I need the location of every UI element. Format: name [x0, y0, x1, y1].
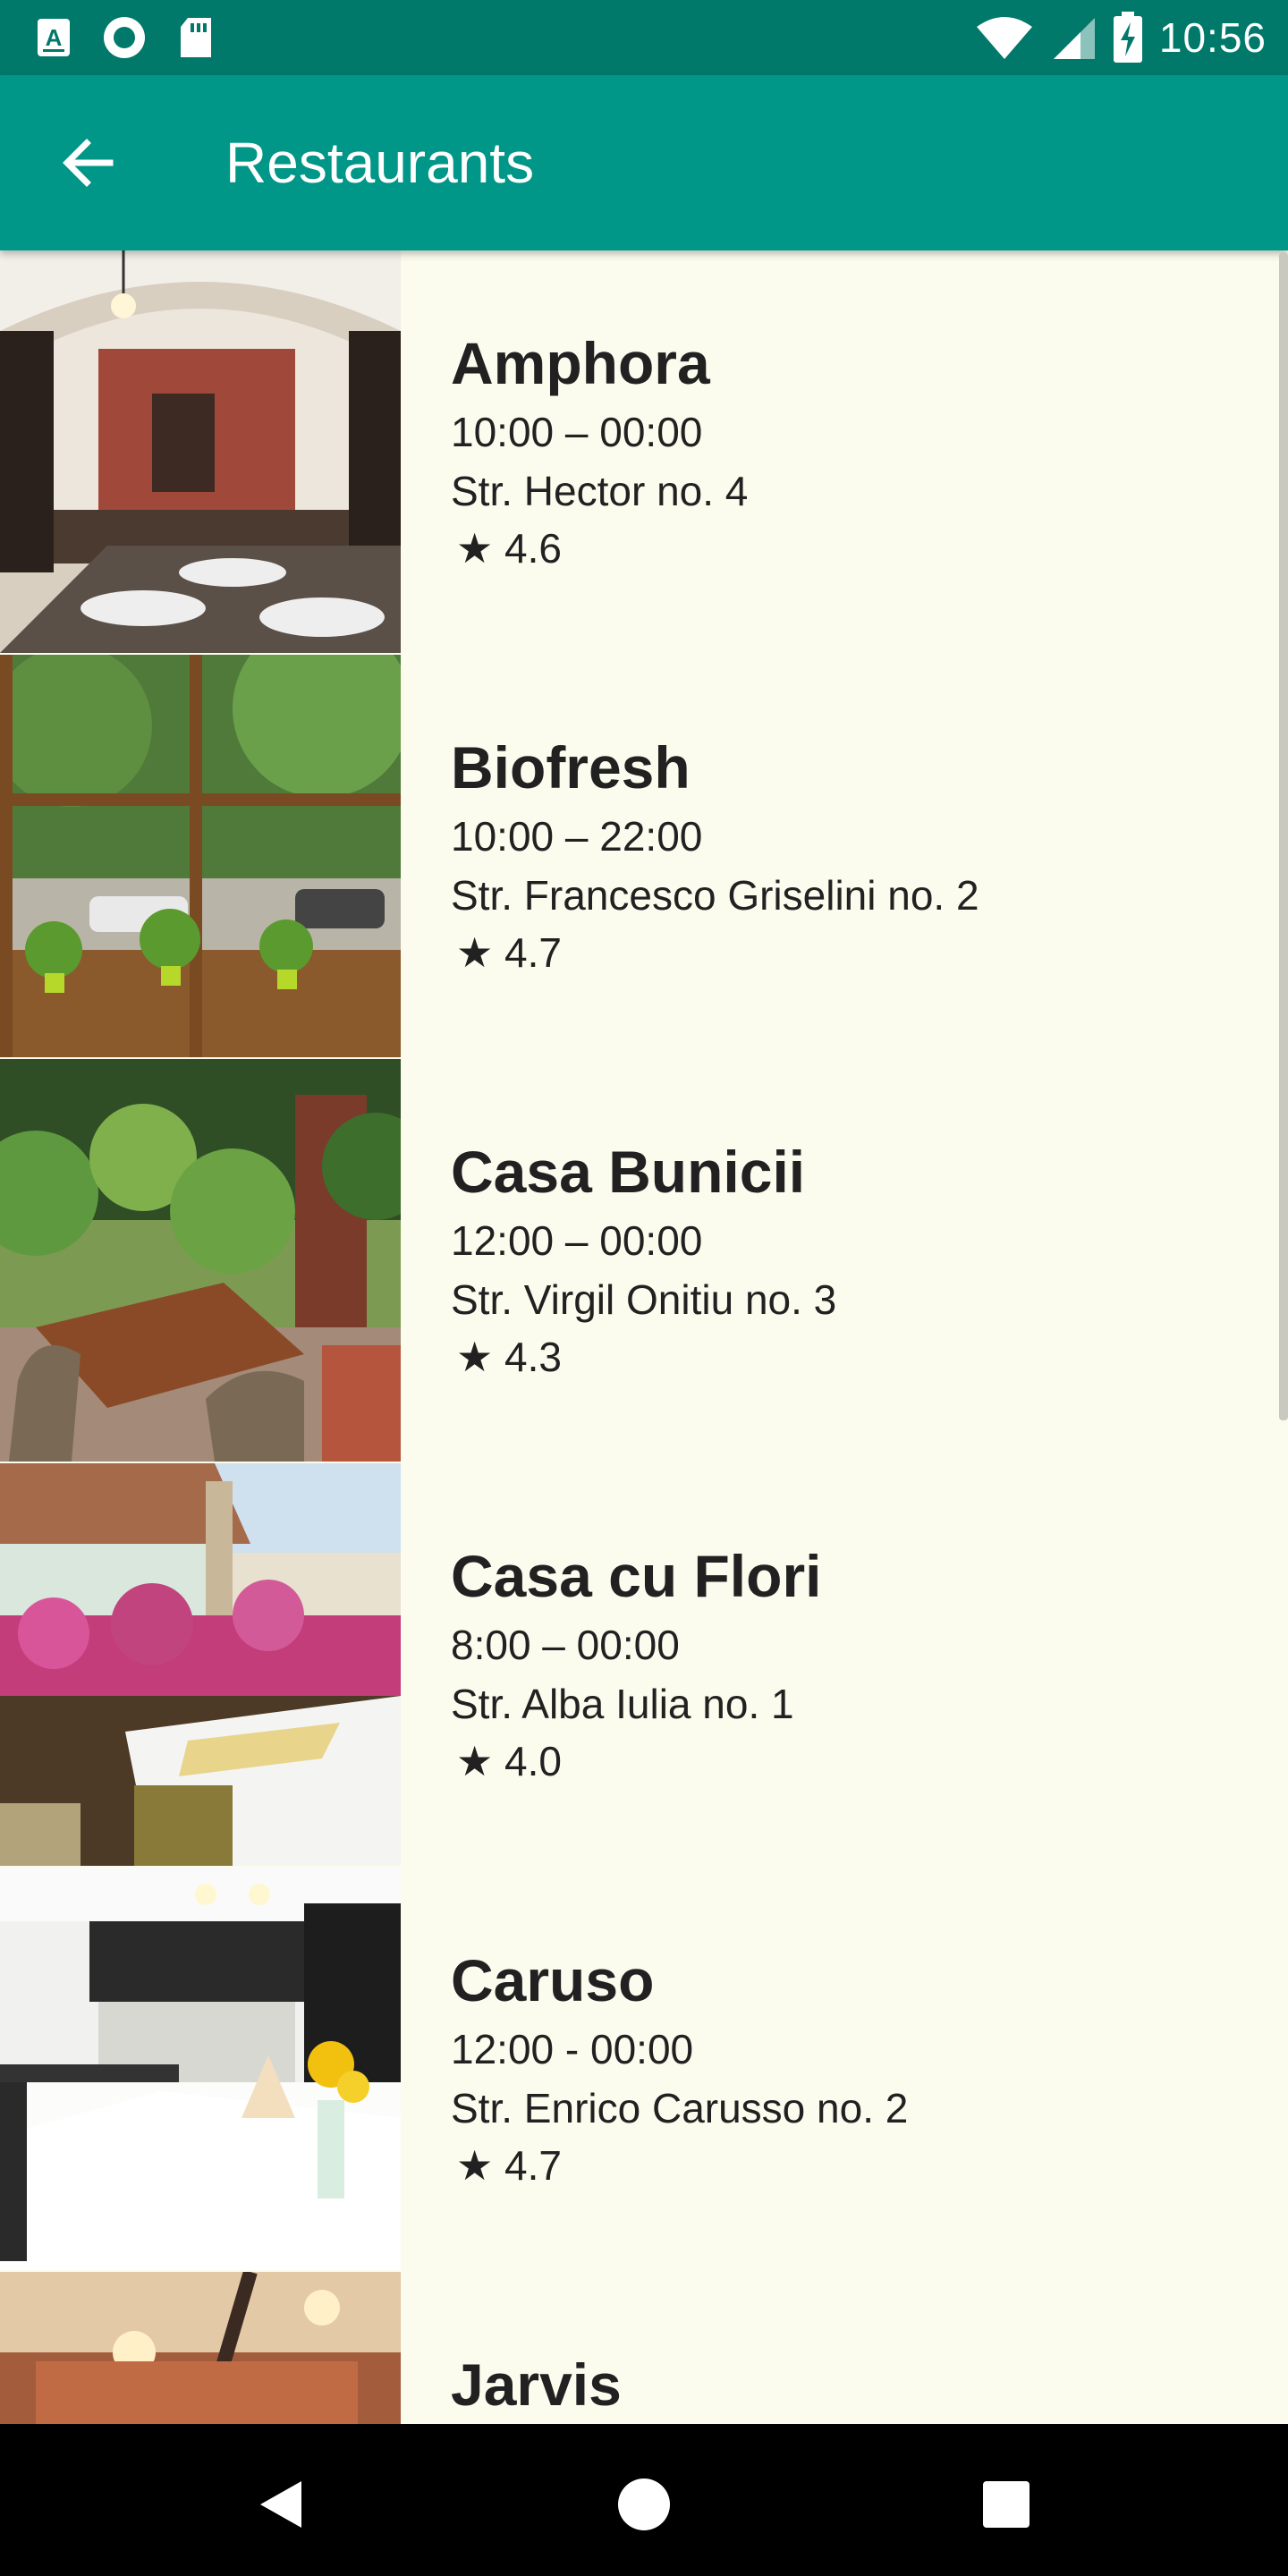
restaurant-photo	[0, 1463, 401, 1866]
restaurant-item-jarvis[interactable]: Jarvis	[0, 2272, 1288, 2424]
restaurant-item-amphora[interactable]: Amphora 10:00 – 00:00 Str. Hector no. 4 …	[0, 250, 1288, 657]
back-button[interactable]	[47, 127, 127, 199]
restaurant-rating: ★ 4.7	[456, 2142, 562, 2189]
scrollbar[interactable]	[1279, 252, 1288, 1420]
nav-recents-button[interactable]	[970, 2469, 1042, 2540]
restaurant-item-casa-cu-flori[interactable]: Casa cu Flori 8:00 – 00:00 Str. Alba Iul…	[0, 1463, 1288, 1870]
restaurant-name: Casa Bunicii	[451, 1139, 806, 1205]
navigation-bar	[0, 2424, 1288, 2576]
clock: 10:56	[1158, 14, 1267, 61]
restaurant-photo	[0, 1059, 401, 1462]
nav-back-button[interactable]	[246, 2469, 318, 2540]
restaurant-name: Biofresh	[451, 734, 691, 801]
restaurant-hours: 12:00 – 00:00	[451, 1217, 703, 1264]
system-status: 10:56	[975, 11, 1267, 64]
notification-icons: A	[36, 14, 215, 61]
restaurant-hours: 8:00 – 00:00	[451, 1622, 680, 1668]
restaurant-rating: ★ 4.3	[456, 1334, 562, 1380]
signal-icon	[1053, 18, 1095, 59]
restaurant-address: Str. Francesco Griselini no. 2	[451, 872, 979, 919]
restaurant-name: Casa cu Flori	[451, 1543, 822, 1609]
restaurant-hours: 10:00 – 00:00	[451, 409, 703, 455]
restaurant-address: Str. Hector no. 4	[451, 468, 749, 514]
restaurant-photo	[0, 1868, 401, 2270]
restaurant-rating: ★ 4.6	[456, 525, 562, 572]
restaurant-item-biofresh[interactable]: Biofresh 10:00 – 22:00 Str. Francesco Gr…	[0, 655, 1288, 1062]
restaurant-rating: ★ 4.0	[456, 1738, 562, 1784]
restaurant-rating: ★ 4.7	[456, 929, 562, 976]
wifi-icon	[976, 17, 1032, 59]
arrow-back-icon	[63, 139, 114, 187]
restaurant-name: Jarvis	[451, 2351, 622, 2418]
restaurant-hours: 12:00 - 00:00	[451, 2026, 694, 2072]
restaurant-item-caruso[interactable]: Caruso 12:00 - 00:00 Str. Enrico Carusso…	[0, 1868, 1288, 2275]
a-notification-icon: A	[38, 19, 70, 56]
restaurant-item-casa-bunicii[interactable]: Casa Bunicii 12:00 – 00:00 Str. Virgil O…	[0, 1059, 1288, 1466]
restaurant-photo	[0, 655, 401, 1057]
circle-notification-icon	[104, 17, 145, 58]
home-circle-icon	[618, 2479, 670, 2530]
restaurant-name: Amphora	[451, 330, 710, 396]
restaurant-address: Str. Virgil Onitiu no. 3	[451, 1276, 837, 1323]
recents-square-icon	[983, 2481, 1030, 2528]
restaurant-hours: 10:00 – 22:00	[451, 813, 703, 860]
restaurant-name: Caruso	[451, 1947, 655, 2013]
restaurant-address: Str. Alba Iulia no. 1	[451, 1681, 794, 1727]
app-bar: Restaurants	[0, 75, 1288, 250]
battery-charging-icon	[1113, 12, 1142, 63]
restaurant-list[interactable]: Amphora 10:00 – 00:00 Str. Hector no. 4 …	[0, 250, 1288, 2424]
back-triangle-icon	[260, 2481, 301, 2528]
sd-card-icon	[181, 18, 211, 57]
status-bar: A 10:56	[0, 0, 1288, 75]
restaurant-photo	[0, 250, 401, 653]
svg-text:A: A	[46, 24, 63, 51]
restaurant-address: Str. Enrico Carusso no. 2	[451, 2085, 909, 2131]
page-title: Restaurants	[225, 131, 535, 195]
nav-home-button[interactable]	[608, 2469, 680, 2540]
restaurant-photo	[0, 2272, 401, 2424]
